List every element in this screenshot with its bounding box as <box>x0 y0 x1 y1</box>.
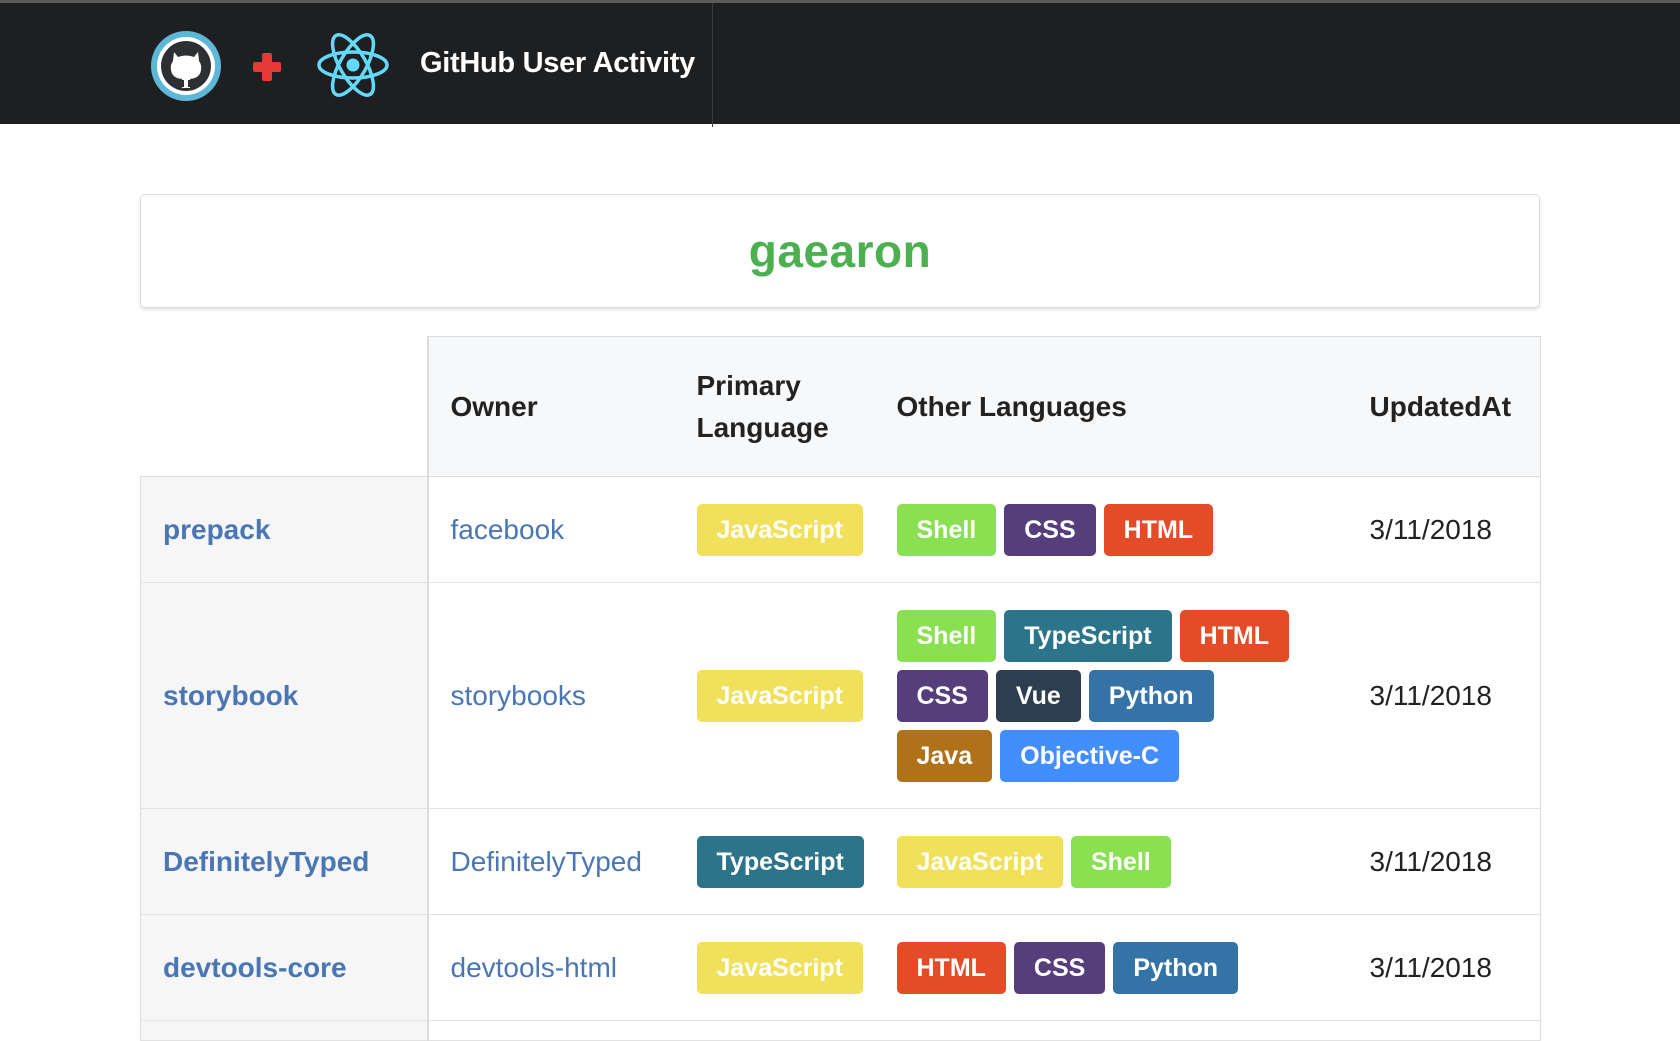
column-header-primary-line1: Primary <box>696 369 801 401</box>
primary-language-cell: TypeScript <box>674 808 875 915</box>
language-badge: Shell <box>896 609 997 662</box>
language-badge: JavaScript <box>696 503 863 556</box>
github-octocat-icon[interactable] <box>150 30 222 102</box>
language-badge: Python <box>1113 941 1239 994</box>
other-languages-cell: Shell CSS HTML <box>874 476 1352 583</box>
primary-language-cell: JavaScript <box>674 914 875 1021</box>
language-badge: CSS <box>896 669 988 722</box>
column-header-primary-line2: Language <box>696 411 829 443</box>
top-navbar: GitHub User Activity <box>0 0 1680 127</box>
owner-link[interactable]: storybooks <box>451 680 586 711</box>
owner-link[interactable]: facebook <box>451 514 565 545</box>
language-badge: Shell <box>896 503 997 556</box>
table-row: storybook storybooks JavaScript Shell Ty… <box>140 582 1541 809</box>
language-badge: Objective-C <box>1000 729 1180 782</box>
column-header-updated-at: UpdatedAt <box>1351 336 1541 477</box>
column-header-other-languages: Other Languages <box>874 336 1352 477</box>
language-badge: Python <box>1088 669 1214 722</box>
table-row: devtools-core devtools-html JavaScript H… <box>140 914 1541 1021</box>
table-row: prepack facebook JavaScript Shell CSS HT… <box>140 476 1541 583</box>
language-badge: TypeScript <box>1004 609 1172 662</box>
column-header-owner: Owner <box>426 336 675 477</box>
repo-name-cell: devtools-core <box>140 914 428 1021</box>
other-languages-cell: Shell TypeScript HTML CSS Vue Python Jav… <box>874 582 1352 809</box>
user-card: gaearon <box>140 194 1540 308</box>
table-header-row: Owner Primary Language Other Languages U… <box>140 336 1541 477</box>
header-corner-cell <box>140 336 428 477</box>
repo-name-link[interactable]: devtools-core <box>163 952 347 983</box>
language-badge: TypeScript <box>696 835 864 888</box>
language-badge: Vue <box>995 669 1081 722</box>
language-badge: JavaScript <box>896 835 1063 888</box>
language-badge: CSS <box>1013 941 1106 994</box>
updated-at-cell: 3/11/2018 <box>1351 476 1541 583</box>
language-badge: HTML <box>896 941 1006 994</box>
column-header-primary-language: Primary Language <box>674 336 875 477</box>
owner-link[interactable]: devtools-html <box>451 952 618 983</box>
language-badge: JavaScript <box>696 669 863 722</box>
language-badge: HTML <box>1179 609 1290 662</box>
repo-name-link[interactable]: prepack <box>163 514 270 545</box>
primary-language-cell: JavaScript <box>674 582 875 809</box>
navbar-divider <box>712 3 713 127</box>
table-row: DefinitelyTyped DefinitelyTyped TypeScri… <box>140 808 1541 915</box>
repo-name-link[interactable]: storybook <box>163 680 298 711</box>
owner-cell: facebook <box>426 476 675 583</box>
language-badge: Shell <box>1070 835 1171 888</box>
repo-table: Owner Primary Language Other Languages U… <box>140 336 1541 1041</box>
repo-name-cell: DefinitelyTyped <box>140 808 428 915</box>
primary-language-cell: JavaScript <box>674 476 875 583</box>
language-badge: Java <box>896 729 993 782</box>
user-login: gaearon <box>748 225 932 277</box>
owner-cell: DefinitelyTyped <box>426 808 675 915</box>
plus-icon <box>253 53 281 81</box>
repo-name-cell: prepack <box>140 476 428 583</box>
other-languages-cell: JavaScript Shell <box>874 808 1352 915</box>
owner-link[interactable]: DefinitelyTyped <box>451 846 642 877</box>
owner-cell: devtools-html <box>426 914 675 1021</box>
updated-at-cell: 3/11/2018 <box>1351 808 1541 915</box>
updated-at-cell: 3/11/2018 <box>1351 582 1541 809</box>
repo-name-cell: storybook <box>140 582 428 809</box>
react-atom-icon[interactable] <box>316 30 390 100</box>
other-languages-cell: HTML CSS Python <box>874 914 1352 1021</box>
app-title: GitHub User Activity <box>420 47 695 79</box>
language-badge: CSS <box>1004 503 1096 556</box>
owner-cell: storybooks <box>426 582 675 809</box>
repo-name-link[interactable]: DefinitelyTyped <box>163 846 369 877</box>
language-badge: HTML <box>1103 503 1214 556</box>
updated-at-cell: 3/11/2018 <box>1351 914 1541 1021</box>
language-badge: JavaScript <box>696 941 863 994</box>
